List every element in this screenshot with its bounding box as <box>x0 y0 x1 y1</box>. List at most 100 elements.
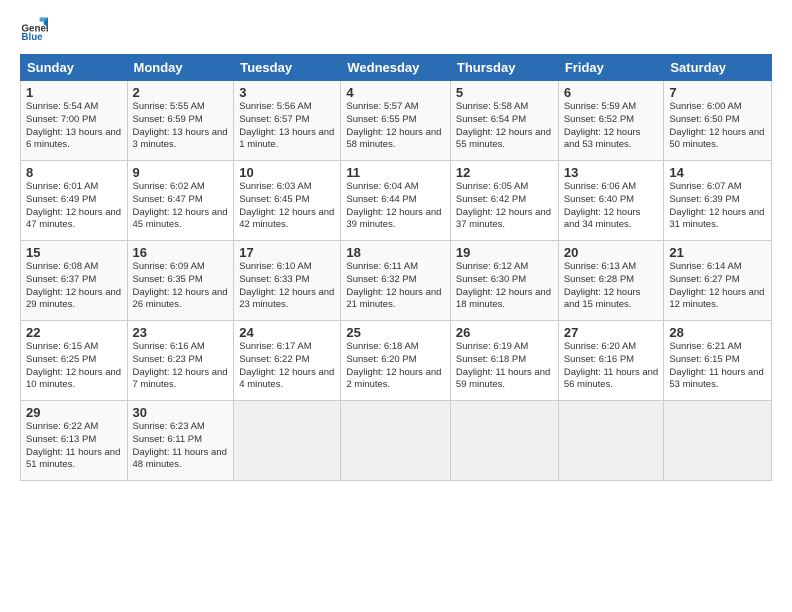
table-row: 18 Sunrise: 6:11 AMSunset: 6:32 PMDaylig… <box>341 241 451 321</box>
calendar-week-row: 29 Sunrise: 6:22 AMSunset: 6:13 PMDaylig… <box>21 401 772 481</box>
day-info: Sunrise: 6:16 AMSunset: 6:23 PMDaylight:… <box>133 341 229 392</box>
table-row: 11 Sunrise: 6:04 AMSunset: 6:44 PMDaylig… <box>341 161 451 241</box>
col-saturday: Saturday <box>664 55 772 81</box>
day-info: Sunrise: 6:06 AMSunset: 6:40 PMDaylight:… <box>564 181 659 232</box>
table-row: 20 Sunrise: 6:13 AMSunset: 6:28 PMDaylig… <box>558 241 664 321</box>
calendar-header-row: Sunday Monday Tuesday Wednesday Thursday… <box>21 55 772 81</box>
table-row: 12 Sunrise: 6:05 AMSunset: 6:42 PMDaylig… <box>450 161 558 241</box>
day-number: 8 <box>26 165 122 180</box>
day-info: Sunrise: 6:23 AMSunset: 6:11 PMDaylight:… <box>133 421 229 472</box>
day-info: Sunrise: 6:10 AMSunset: 6:33 PMDaylight:… <box>239 261 335 312</box>
table-row: 2 Sunrise: 5:55 AMSunset: 6:59 PMDayligh… <box>127 81 234 161</box>
col-thursday: Thursday <box>450 55 558 81</box>
table-row: 9 Sunrise: 6:02 AMSunset: 6:47 PMDayligh… <box>127 161 234 241</box>
day-info: Sunrise: 6:11 AMSunset: 6:32 PMDaylight:… <box>346 261 445 312</box>
table-row: 10 Sunrise: 6:03 AMSunset: 6:45 PMDaylig… <box>234 161 341 241</box>
day-info: Sunrise: 5:55 AMSunset: 6:59 PMDaylight:… <box>133 101 229 152</box>
logo: General Blue <box>20 16 50 44</box>
day-number: 2 <box>133 85 229 100</box>
day-number: 19 <box>456 245 553 260</box>
calendar-week-row: 22 Sunrise: 6:15 AMSunset: 6:25 PMDaylig… <box>21 321 772 401</box>
calendar-table: Sunday Monday Tuesday Wednesday Thursday… <box>20 54 772 481</box>
day-info: Sunrise: 5:56 AMSunset: 6:57 PMDaylight:… <box>239 101 335 152</box>
day-number: 11 <box>346 165 445 180</box>
day-number: 4 <box>346 85 445 100</box>
table-row: 26 Sunrise: 6:19 AMSunset: 6:18 PMDaylig… <box>450 321 558 401</box>
table-row: 3 Sunrise: 5:56 AMSunset: 6:57 PMDayligh… <box>234 81 341 161</box>
table-row <box>234 401 341 481</box>
day-info: Sunrise: 6:07 AMSunset: 6:39 PMDaylight:… <box>669 181 766 232</box>
day-number: 28 <box>669 325 766 340</box>
svg-text:Blue: Blue <box>21 32 43 43</box>
col-tuesday: Tuesday <box>234 55 341 81</box>
table-row <box>341 401 451 481</box>
day-number: 23 <box>133 325 229 340</box>
header: General Blue <box>20 16 772 44</box>
day-number: 21 <box>669 245 766 260</box>
day-info: Sunrise: 5:54 AMSunset: 7:00 PMDaylight:… <box>26 101 122 152</box>
table-row: 5 Sunrise: 5:58 AMSunset: 6:54 PMDayligh… <box>450 81 558 161</box>
day-info: Sunrise: 6:21 AMSunset: 6:15 PMDaylight:… <box>669 341 766 392</box>
col-monday: Monday <box>127 55 234 81</box>
table-row: 30 Sunrise: 6:23 AMSunset: 6:11 PMDaylig… <box>127 401 234 481</box>
day-number: 5 <box>456 85 553 100</box>
logo-icon: General Blue <box>20 16 48 44</box>
day-number: 17 <box>239 245 335 260</box>
col-wednesday: Wednesday <box>341 55 451 81</box>
table-row: 15 Sunrise: 6:08 AMSunset: 6:37 PMDaylig… <box>21 241 128 321</box>
table-row: 25 Sunrise: 6:18 AMSunset: 6:20 PMDaylig… <box>341 321 451 401</box>
day-number: 29 <box>26 405 122 420</box>
day-number: 15 <box>26 245 122 260</box>
table-row: 4 Sunrise: 5:57 AMSunset: 6:55 PMDayligh… <box>341 81 451 161</box>
day-info: Sunrise: 5:59 AMSunset: 6:52 PMDaylight:… <box>564 101 659 152</box>
table-row <box>558 401 664 481</box>
day-info: Sunrise: 6:18 AMSunset: 6:20 PMDaylight:… <box>346 341 445 392</box>
day-number: 7 <box>669 85 766 100</box>
table-row: 22 Sunrise: 6:15 AMSunset: 6:25 PMDaylig… <box>21 321 128 401</box>
day-info: Sunrise: 6:05 AMSunset: 6:42 PMDaylight:… <box>456 181 553 232</box>
day-number: 3 <box>239 85 335 100</box>
day-number: 12 <box>456 165 553 180</box>
table-row: 24 Sunrise: 6:17 AMSunset: 6:22 PMDaylig… <box>234 321 341 401</box>
table-row <box>664 401 772 481</box>
day-number: 22 <box>26 325 122 340</box>
calendar-week-row: 1 Sunrise: 5:54 AMSunset: 7:00 PMDayligh… <box>21 81 772 161</box>
day-number: 24 <box>239 325 335 340</box>
day-info: Sunrise: 6:13 AMSunset: 6:28 PMDaylight:… <box>564 261 659 312</box>
table-row: 21 Sunrise: 6:14 AMSunset: 6:27 PMDaylig… <box>664 241 772 321</box>
day-info: Sunrise: 6:01 AMSunset: 6:49 PMDaylight:… <box>26 181 122 232</box>
calendar-week-row: 15 Sunrise: 6:08 AMSunset: 6:37 PMDaylig… <box>21 241 772 321</box>
day-number: 27 <box>564 325 659 340</box>
day-info: Sunrise: 6:03 AMSunset: 6:45 PMDaylight:… <box>239 181 335 232</box>
table-row: 14 Sunrise: 6:07 AMSunset: 6:39 PMDaylig… <box>664 161 772 241</box>
day-number: 9 <box>133 165 229 180</box>
day-info: Sunrise: 6:14 AMSunset: 6:27 PMDaylight:… <box>669 261 766 312</box>
table-row: 27 Sunrise: 6:20 AMSunset: 6:16 PMDaylig… <box>558 321 664 401</box>
table-row: 16 Sunrise: 6:09 AMSunset: 6:35 PMDaylig… <box>127 241 234 321</box>
day-info: Sunrise: 5:58 AMSunset: 6:54 PMDaylight:… <box>456 101 553 152</box>
day-info: Sunrise: 6:08 AMSunset: 6:37 PMDaylight:… <box>26 261 122 312</box>
table-row: 13 Sunrise: 6:06 AMSunset: 6:40 PMDaylig… <box>558 161 664 241</box>
day-info: Sunrise: 6:00 AMSunset: 6:50 PMDaylight:… <box>669 101 766 152</box>
table-row: 29 Sunrise: 6:22 AMSunset: 6:13 PMDaylig… <box>21 401 128 481</box>
day-number: 1 <box>26 85 122 100</box>
day-number: 14 <box>669 165 766 180</box>
day-info: Sunrise: 6:22 AMSunset: 6:13 PMDaylight:… <box>26 421 122 472</box>
day-info: Sunrise: 6:09 AMSunset: 6:35 PMDaylight:… <box>133 261 229 312</box>
day-number: 6 <box>564 85 659 100</box>
col-sunday: Sunday <box>21 55 128 81</box>
day-info: Sunrise: 6:12 AMSunset: 6:30 PMDaylight:… <box>456 261 553 312</box>
col-friday: Friday <box>558 55 664 81</box>
table-row: 1 Sunrise: 5:54 AMSunset: 7:00 PMDayligh… <box>21 81 128 161</box>
day-number: 10 <box>239 165 335 180</box>
day-number: 26 <box>456 325 553 340</box>
day-info: Sunrise: 6:17 AMSunset: 6:22 PMDaylight:… <box>239 341 335 392</box>
day-number: 30 <box>133 405 229 420</box>
table-row: 23 Sunrise: 6:16 AMSunset: 6:23 PMDaylig… <box>127 321 234 401</box>
calendar-week-row: 8 Sunrise: 6:01 AMSunset: 6:49 PMDayligh… <box>21 161 772 241</box>
day-number: 16 <box>133 245 229 260</box>
page: General Blue Sunday Monday Tuesday Wedne… <box>0 0 792 612</box>
table-row: 8 Sunrise: 6:01 AMSunset: 6:49 PMDayligh… <box>21 161 128 241</box>
day-info: Sunrise: 6:19 AMSunset: 6:18 PMDaylight:… <box>456 341 553 392</box>
table-row: 19 Sunrise: 6:12 AMSunset: 6:30 PMDaylig… <box>450 241 558 321</box>
